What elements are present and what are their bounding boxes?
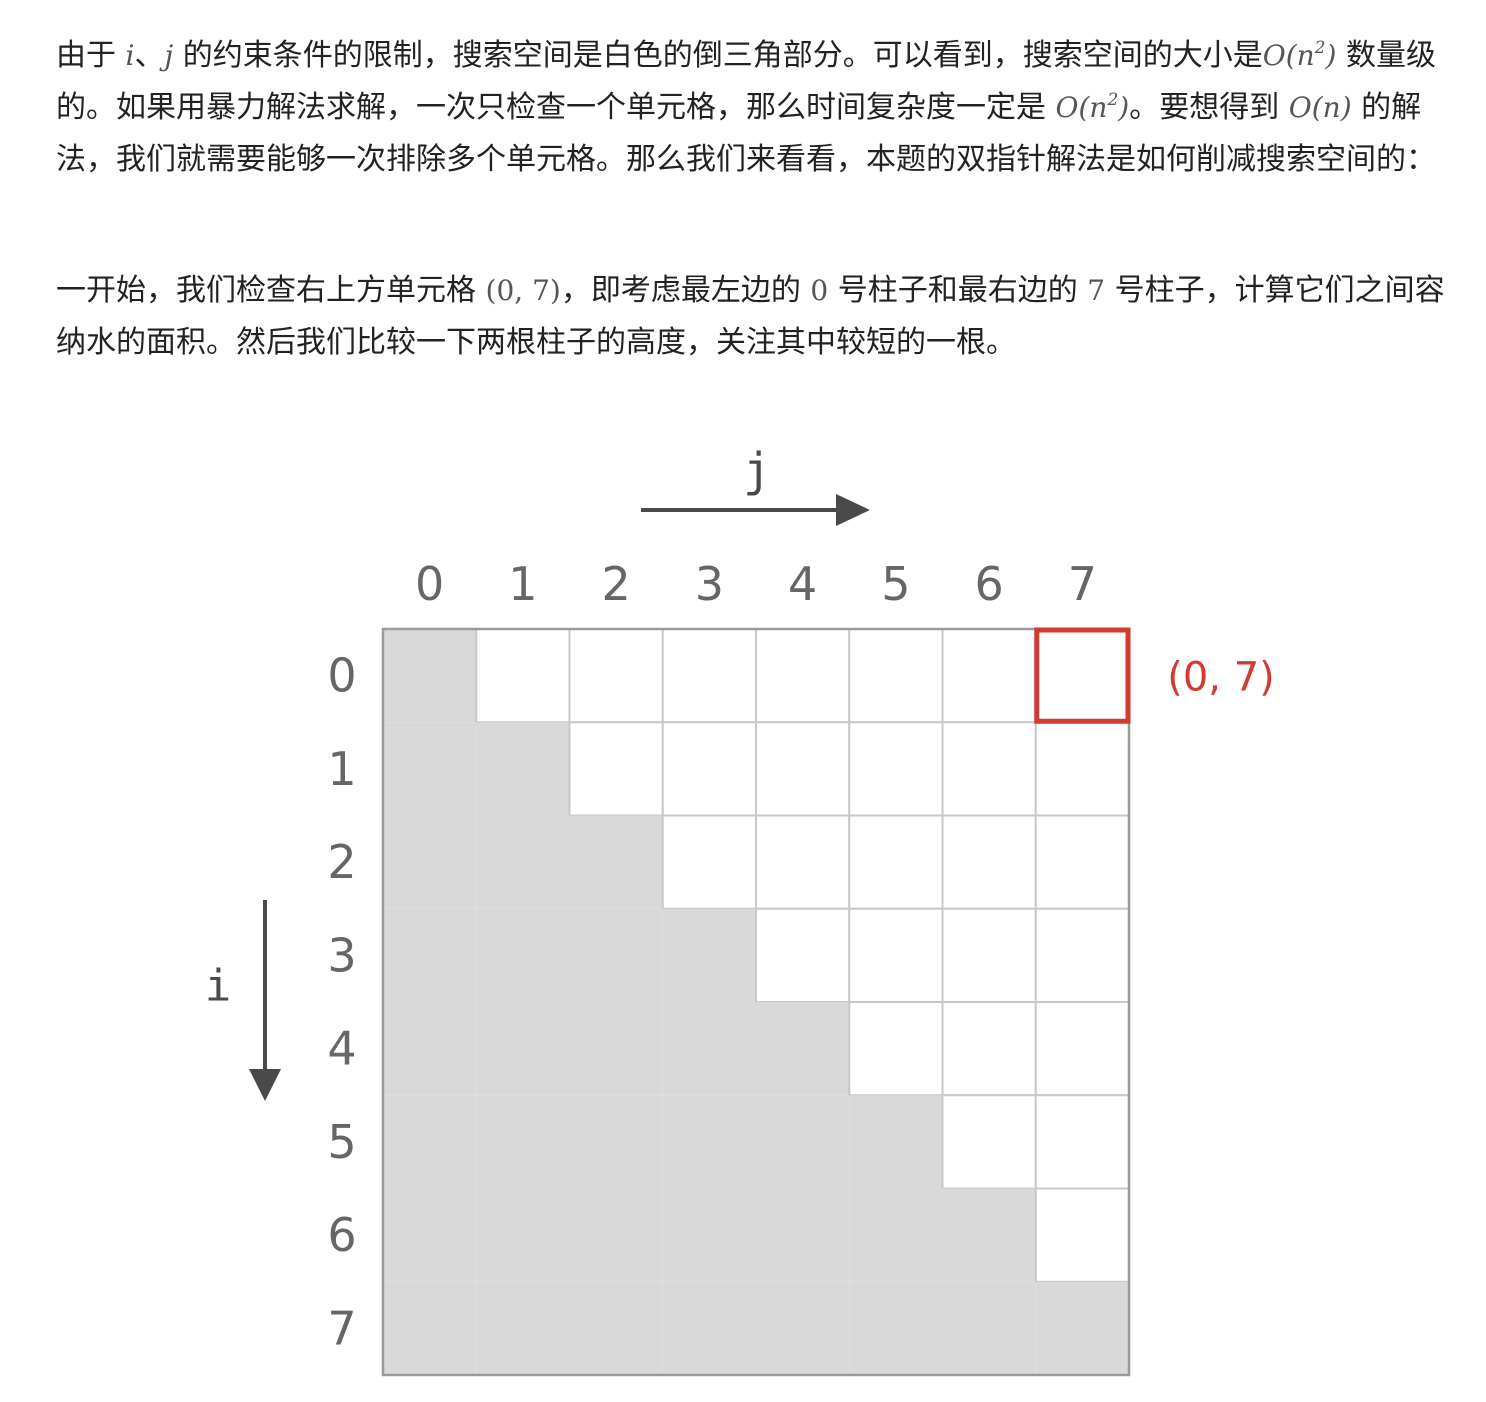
search-space-cell [475, 628, 571, 724]
excluded-cell [849, 1281, 943, 1375]
column-label: 1 [508, 557, 537, 611]
search-space-cell [568, 721, 664, 817]
excluded-cell [569, 1281, 663, 1375]
excluded-cell [662, 1188, 756, 1282]
excluded-cell [662, 908, 756, 1002]
j-arrow-head [836, 494, 870, 526]
excluded-cell [383, 908, 477, 1002]
search-space-cell [941, 628, 1037, 724]
excluded-cell [476, 815, 570, 909]
excluded-cell [383, 1188, 477, 1282]
search-space-cell [1034, 721, 1130, 817]
search-space-diagram: (0, 7) 0 1 2 3 4 5 6 7 0 1 2 3 4 5 6 7 j i [205, 443, 1275, 1377]
column-label: 6 [974, 557, 1003, 611]
j-axis-label: j [743, 443, 771, 497]
excluded-cell [476, 1188, 570, 1282]
row-label: 0 [327, 649, 356, 703]
excluded-cell [569, 1188, 663, 1282]
excluded-cell [569, 1002, 663, 1096]
search-space-cell [848, 814, 944, 910]
column-label: 0 [415, 557, 444, 611]
search-space-cell [1034, 907, 1130, 1003]
excluded-cell [756, 1281, 850, 1375]
row-label: 2 [327, 835, 356, 889]
search-space-cell [1034, 1094, 1130, 1190]
search-space-cell [848, 721, 944, 817]
excluded-cell [1035, 1281, 1129, 1375]
excluded-cell [662, 1281, 756, 1375]
excluded-cell [476, 1095, 570, 1189]
search-space-cell [848, 1001, 944, 1097]
excluded-cell [849, 1095, 943, 1189]
row-label: 7 [327, 1301, 356, 1355]
i-axis-label: i [205, 961, 232, 1012]
excluded-cell [569, 908, 663, 1002]
search-space-cell [755, 907, 851, 1003]
search-space-cell [941, 1094, 1037, 1190]
search-space-cell [848, 628, 944, 724]
search-space-cell [941, 907, 1037, 1003]
excluded-cell [662, 1002, 756, 1096]
excluded-cell [383, 1281, 477, 1375]
excluded-cell [476, 722, 570, 816]
excluded-cell [383, 1095, 477, 1189]
column-label: 7 [1068, 557, 1097, 611]
excluded-cell [569, 815, 663, 909]
column-label: 5 [881, 557, 910, 611]
excluded-cell [756, 1188, 850, 1282]
search-space-cell [661, 721, 757, 817]
excluded-cell [942, 1188, 1036, 1282]
highlight-label: (0, 7) [1167, 655, 1275, 701]
search-space-cell [941, 721, 1037, 817]
excluded-cell [476, 908, 570, 1002]
search-space-cell [941, 1001, 1037, 1097]
excluded-cell [756, 1002, 850, 1096]
row-label: 5 [327, 1115, 356, 1169]
search-space-cell [1034, 1187, 1130, 1283]
excluded-cell [476, 1002, 570, 1096]
excluded-cell [383, 629, 477, 723]
search-space-cell [755, 628, 851, 724]
search-space-cell [1034, 1001, 1130, 1097]
row-label: 1 [327, 742, 356, 796]
search-space-cell [755, 814, 851, 910]
column-label: 3 [695, 557, 724, 611]
search-space-cell [941, 814, 1037, 910]
i-arrow-head [249, 1069, 281, 1101]
excluded-cell [849, 1188, 943, 1282]
excluded-cell [756, 1095, 850, 1189]
excluded-cell [662, 1095, 756, 1189]
excluded-cell [569, 1095, 663, 1189]
excluded-cell [383, 1002, 477, 1096]
search-space-cell [848, 907, 944, 1003]
excluded-cell [383, 722, 477, 816]
row-label: 3 [327, 928, 356, 982]
column-label: 4 [788, 557, 817, 611]
search-space-cell [1034, 814, 1130, 910]
row-label: 4 [327, 1022, 356, 1076]
search-space-cell [661, 628, 757, 724]
excluded-cell [942, 1281, 1036, 1375]
excluded-cell [476, 1281, 570, 1375]
excluded-cell [383, 815, 477, 909]
column-label: 2 [601, 557, 630, 611]
search-space-cell [755, 721, 851, 817]
search-space-cell [1034, 628, 1130, 724]
row-label: 6 [327, 1208, 356, 1262]
search-space-cell [661, 814, 757, 910]
search-space-cell [568, 628, 664, 724]
